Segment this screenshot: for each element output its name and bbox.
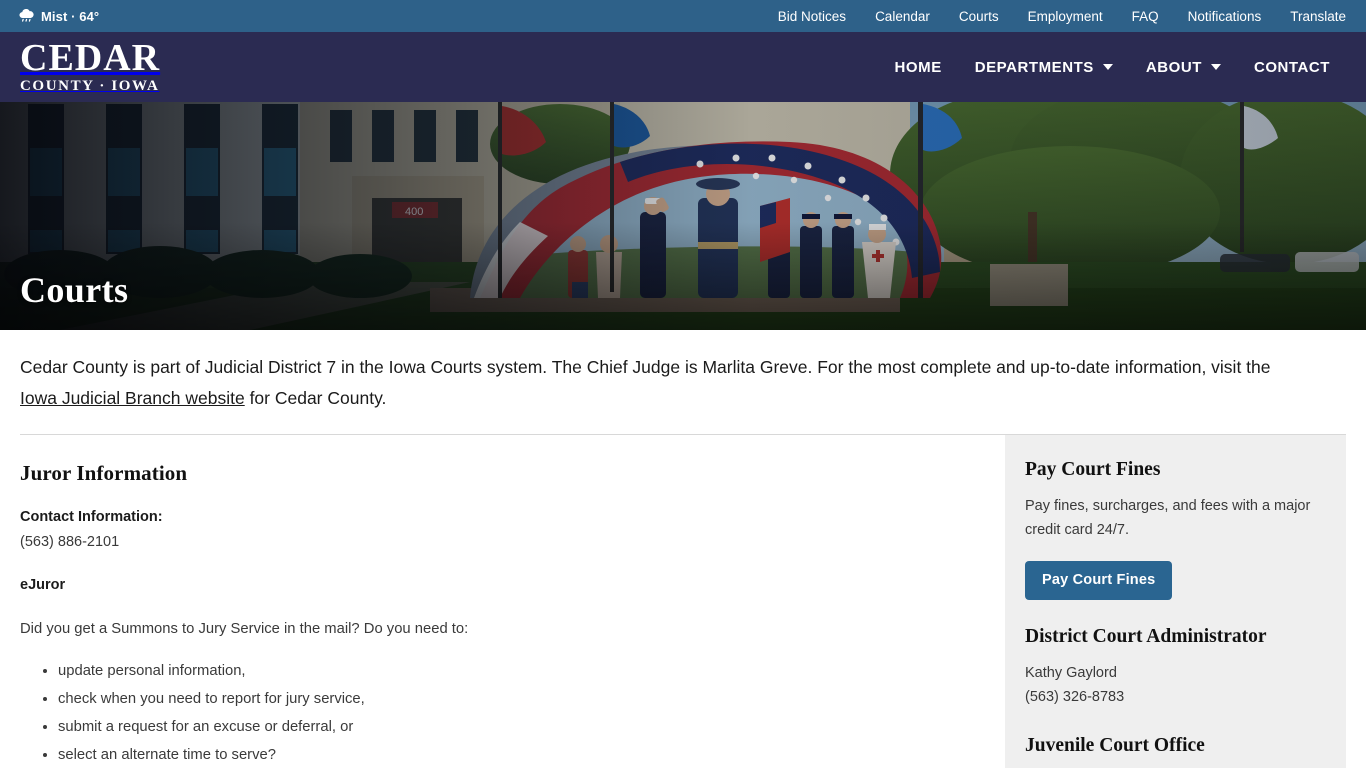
cloud-rain-icon (18, 8, 35, 24)
main-navigation: HOME DEPARTMENTS ABOUT CONTACT (895, 59, 1346, 76)
site-header: CEDAR COUNTY · IOWA HOME DEPARTMENTS ABO… (0, 32, 1366, 102)
utility-link-calendar[interactable]: Calendar (875, 9, 930, 24)
nav-item-departments[interactable]: DEPARTMENTS (975, 59, 1113, 76)
list-item: update personal information, (58, 657, 975, 685)
list-item: submit a request for an excuse or deferr… (58, 713, 975, 741)
pay-court-fines-description: Pay fines, surcharges, and fees with a m… (1025, 498, 1311, 538)
pay-court-fines-heading: Pay Court Fines (1025, 459, 1161, 480)
utility-link-faq[interactable]: FAQ (1132, 9, 1159, 24)
iowa-judicial-branch-link[interactable]: Iowa Judicial Branch website (20, 388, 245, 408)
logo-secondary-text: COUNTY · IOWA (20, 77, 160, 94)
nav-label-contact: CONTACT (1253, 58, 1330, 76)
page-title: Courts (20, 270, 129, 310)
intro-paragraph: Cedar County is part of Judicial Distric… (20, 330, 1290, 414)
juror-information-heading: Juror Information (20, 461, 188, 485)
contact-information-label: Contact Information: (20, 509, 163, 525)
hero-image: 400 (0, 102, 1366, 330)
utility-link-bid-notices[interactable]: Bid Notices (778, 9, 846, 24)
weather-widget[interactable]: Mist · 64° (18, 8, 100, 24)
intro-text-before: Cedar County is part of Judicial Distric… (20, 357, 1271, 377)
nav-label-about: ABOUT (1145, 58, 1202, 76)
utility-link-employment[interactable]: Employment (1028, 9, 1103, 24)
intro-text-after: for Cedar County. (244, 388, 387, 408)
sidebar: Pay Court Fines Pay fines, surcharges, a… (1005, 435, 1346, 768)
district-admin-phone: (563) 326-8783 (1025, 689, 1125, 705)
list-item: select an alternate time to serve? (58, 741, 975, 768)
hero-banner: 400 (0, 102, 1366, 330)
district-admin-name: Kathy Gaylord (1025, 665, 1117, 681)
pay-court-fines-button[interactable]: Pay Court Fines (1025, 561, 1173, 600)
ejuror-question: Did you get a Summons to Jury Service in… (20, 621, 469, 637)
site-logo[interactable]: CEDAR COUNTY · IOWA (20, 39, 160, 96)
chevron-down-icon (1102, 64, 1113, 70)
utility-link-translate[interactable]: Translate (1290, 9, 1346, 24)
main-content-column: Juror Information Contact Information: (… (20, 435, 1005, 768)
juror-phone: (563) 886-2101 (20, 534, 120, 550)
district-court-administrator-heading: District Court Administrator (1025, 626, 1267, 647)
nav-item-home[interactable]: HOME (895, 59, 942, 76)
weather-text: Mist · 64° (41, 8, 100, 24)
utility-link-courts[interactable]: Courts (959, 9, 999, 24)
nav-item-contact[interactable]: CONTACT (1254, 59, 1330, 76)
list-item: check when you need to report for jury s… (58, 685, 975, 713)
ejuror-tasks-list: update personal information, check when … (20, 657, 975, 768)
content-columns: Juror Information Contact Information: (… (20, 435, 1346, 768)
page-body: Cedar County is part of Judicial Distric… (0, 330, 1366, 768)
juvenile-court-office-block: Juvenile Court Office 400 Cedar Street (1025, 735, 1326, 768)
nav-label-departments: DEPARTMENTS (974, 58, 1094, 76)
utility-bar: Mist · 64° Bid Notices Calendar Courts E… (0, 0, 1366, 32)
chevron-down-icon (1210, 64, 1221, 70)
utility-links: Bid Notices Calendar Courts Employment F… (778, 9, 1346, 24)
nav-item-about[interactable]: ABOUT (1146, 59, 1221, 76)
nav-label-home: HOME (894, 58, 942, 76)
ejuror-label: eJuror (20, 577, 66, 593)
juvenile-court-office-heading: Juvenile Court Office (1025, 735, 1205, 756)
district-court-administrator-block: District Court Administrator Kathy Gaylo… (1025, 626, 1326, 709)
utility-link-notifications[interactable]: Notifications (1188, 9, 1262, 24)
logo-primary-text: CEDAR (20, 36, 161, 79)
